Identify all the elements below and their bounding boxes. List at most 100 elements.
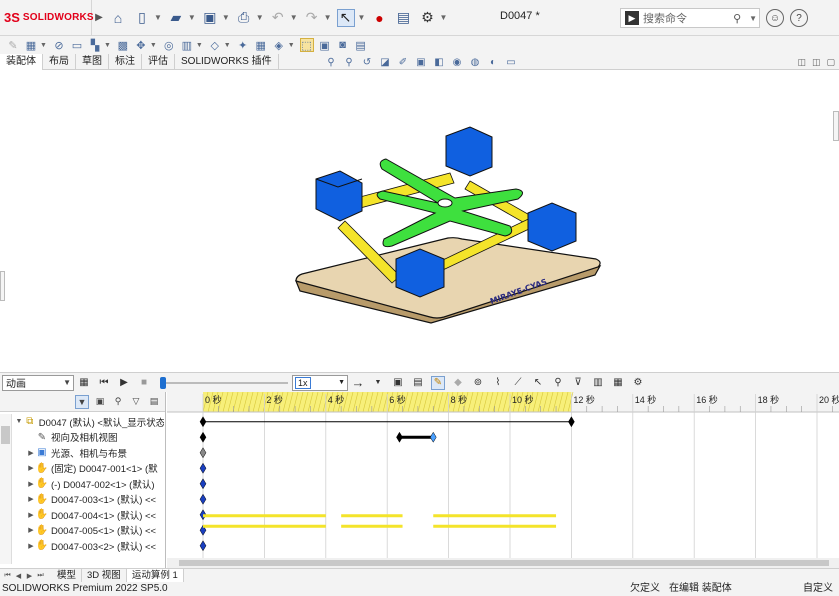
collapse-icon[interactable]: ▼ bbox=[14, 418, 24, 425]
display-style-icon[interactable]: ◧ bbox=[432, 56, 446, 69]
calculate-icon[interactable]: ▦ bbox=[77, 376, 91, 390]
smart-fasteners-icon[interactable]: ▩ bbox=[116, 38, 130, 52]
prev-tab-icon[interactable]: ◀ bbox=[13, 570, 24, 581]
section-view-icon[interactable]: ◪ bbox=[378, 56, 392, 69]
motor-icon[interactable]: ⊚ bbox=[471, 376, 485, 390]
tree-item-part[interactable]: ▶ ✋ (固定) D0047-001<1> (默 bbox=[14, 461, 164, 477]
tree-item-lights[interactable]: ▶ ▣ 光源、相机与布景 bbox=[14, 445, 164, 461]
slider-thumb[interactable] bbox=[160, 376, 166, 389]
motion-timeline[interactable]: 0 秒 2 秒 4 秒 6 秒 8 秒 10 秒 12 秒 14 秒 16 秒 18 秒 20 秒 bbox=[167, 392, 839, 568]
gravity-icon[interactable]: ⊽ bbox=[571, 376, 585, 390]
animation-wizard-icon[interactable]: ▤ bbox=[411, 376, 425, 390]
tab-markup[interactable]: 标注 bbox=[109, 54, 142, 70]
tree-item-part[interactable]: ▶ ✋ D0047-003<2> (默认) << bbox=[14, 538, 164, 554]
motion-study-properties-icon[interactable]: ⚙ bbox=[631, 376, 645, 390]
hide-show-items-icon[interactable]: ◉ bbox=[450, 56, 464, 69]
tab-addins[interactable]: SOLIDWORKS 插件 bbox=[175, 54, 279, 70]
new-document-icon[interactable]: ▯ bbox=[133, 9, 151, 27]
tab-model[interactable]: 模型 bbox=[52, 569, 83, 582]
user-icon[interactable]: ☺ bbox=[766, 9, 784, 27]
save-icon[interactable]: ▣ bbox=[201, 9, 219, 27]
chevron-down-icon[interactable]: ▼ bbox=[196, 42, 203, 49]
instant3d-icon[interactable]: ⬚ bbox=[299, 38, 314, 52]
previous-view-icon[interactable]: ↺ bbox=[360, 56, 374, 69]
maximize-icon[interactable]: ▢ bbox=[826, 57, 835, 68]
view-orientation-icon[interactable]: ▣ bbox=[414, 56, 428, 69]
chevron-down-icon[interactable]: ▼ bbox=[290, 13, 298, 22]
print-icon[interactable]: ⎙ bbox=[235, 9, 253, 27]
save-animation-icon[interactable]: ▣ bbox=[391, 376, 405, 390]
edit-appearance-icon[interactable]: ◍ bbox=[468, 56, 482, 69]
chevron-down-icon[interactable]: ▼ bbox=[358, 13, 366, 22]
last-tab-icon[interactable]: ⏭ bbox=[35, 570, 46, 581]
chevron-down-icon[interactable]: ▼ bbox=[338, 379, 345, 386]
help-icon[interactable]: ? bbox=[790, 9, 808, 27]
command-search-box[interactable]: ▶ 搜索命令 ⚲ ▼ bbox=[620, 8, 760, 28]
add-key-icon[interactable]: ◆ bbox=[451, 376, 465, 390]
linear-pattern-icon[interactable]: ▚ bbox=[88, 38, 102, 52]
autokey-icon[interactable]: ✎ bbox=[431, 375, 445, 390]
next-tab-icon[interactable]: ▶ bbox=[24, 570, 35, 581]
dynamic-annotation-icon[interactable]: ✐ bbox=[396, 56, 410, 69]
bill-of-materials-icon[interactable]: ▦ bbox=[254, 38, 268, 52]
select-cursor-icon[interactable]: ↖ bbox=[336, 8, 355, 27]
filter-selected-icon[interactable]: ▽ bbox=[129, 395, 143, 409]
force-icon[interactable]: ↖ bbox=[531, 376, 545, 390]
scroll-thumb[interactable] bbox=[179, 560, 829, 566]
undo-icon[interactable]: ↶ bbox=[269, 9, 287, 27]
redo-icon[interactable]: ↷ bbox=[303, 9, 321, 27]
apply-scene-icon[interactable]: ◐ bbox=[486, 56, 500, 69]
chevron-down-icon[interactable]: ▼ bbox=[288, 42, 295, 49]
large-assembly-icon[interactable]: ▤ bbox=[354, 38, 368, 52]
spring-icon[interactable]: ⌇ bbox=[491, 376, 505, 390]
zoom-to-fit-icon[interactable]: ⚲ bbox=[324, 56, 338, 69]
reference-geometry-icon[interactable]: ◇ bbox=[208, 38, 222, 52]
assembly-features-icon[interactable]: ▥ bbox=[180, 38, 194, 52]
contact-icon[interactable]: ⚲ bbox=[551, 376, 565, 390]
tree-item-root[interactable]: ▼ ⧉ D0047 (默认) <默认_显示状态 bbox=[14, 414, 164, 430]
results-icon[interactable]: ▦ bbox=[611, 376, 625, 390]
show-hidden-icon[interactable]: ◎ bbox=[162, 38, 176, 52]
restore-icon[interactable]: ◫ bbox=[797, 57, 806, 68]
chevron-down-icon[interactable]: ▼ bbox=[256, 13, 264, 22]
stop-icon[interactable]: ■ bbox=[137, 376, 151, 390]
filter-driving-icon[interactable]: ⚲ bbox=[111, 395, 125, 409]
playback-mode-arrow-icon[interactable]: → bbox=[351, 375, 365, 390]
expand-icon[interactable]: ▶ bbox=[26, 526, 36, 534]
expand-icon[interactable]: ▶ bbox=[26, 495, 36, 503]
expand-icon[interactable]: ▶ bbox=[26, 464, 36, 472]
solidworks-logo[interactable]: 3S SOLIDWORKS bbox=[0, 0, 94, 36]
tab-layout[interactable]: 布局 bbox=[43, 54, 76, 70]
home-icon[interactable]: ⌂ bbox=[109, 9, 127, 27]
chevron-down-icon[interactable]: ▼ bbox=[749, 14, 757, 23]
chevron-down-icon[interactable]: ▼ bbox=[40, 42, 47, 49]
mate-icon[interactable]: ▥ bbox=[591, 376, 605, 390]
filter-icon[interactable]: ▼ bbox=[75, 394, 89, 409]
chevron-down-icon[interactable]: ▼ bbox=[154, 13, 162, 22]
tab-3d-views[interactable]: 3D 视图 bbox=[82, 569, 127, 582]
timeline-canvas[interactable]: 0 秒 2 秒 4 秒 6 秒 8 秒 10 秒 12 秒 14 秒 16 秒 18 秒 20 秒 bbox=[167, 392, 839, 568]
chevron-down-icon[interactable]: ▼ bbox=[371, 376, 385, 390]
tree-item-part[interactable]: ▶ ✋ (-) D0047-002<1> (默认) bbox=[14, 476, 164, 492]
tree-item-part[interactable]: ▶ ✋ D0047-004<1> (默认) << bbox=[14, 507, 164, 523]
play-from-start-icon[interactable]: ⏮ bbox=[97, 376, 111, 390]
expand-icon[interactable]: ▶ bbox=[26, 480, 36, 488]
feature-manager-collapse-handle[interactable] bbox=[0, 271, 5, 301]
playback-slider[interactable] bbox=[160, 376, 288, 390]
expand-icon[interactable]: ▶ bbox=[26, 511, 36, 519]
tree-item-view-camera[interactable]: ✎ 视向及相机视图 bbox=[14, 430, 164, 446]
first-tab-icon[interactable]: ⏮ bbox=[2, 570, 13, 581]
filter-results-icon[interactable]: ▤ bbox=[147, 395, 161, 409]
expand-icon[interactable]: ▶ bbox=[26, 449, 36, 457]
open-folder-icon[interactable]: ▰ bbox=[167, 9, 185, 27]
rebuild-traffic-light-icon[interactable]: ● bbox=[370, 9, 388, 27]
expand-icon[interactable]: ▶ bbox=[26, 542, 36, 550]
take-snapshot-icon[interactable]: ◙ bbox=[336, 38, 350, 52]
zoom-to-area-icon[interactable]: ⚲ bbox=[342, 56, 356, 69]
graphics-area[interactable]: MIRAYE-CYAS bbox=[0, 71, 839, 371]
scroll-thumb[interactable] bbox=[1, 426, 10, 444]
chevron-down-icon[interactable]: ▼ bbox=[188, 13, 196, 22]
chevron-down-icon[interactable]: ▼ bbox=[63, 378, 73, 387]
tree-item-part[interactable]: ▶ ✋ D0047-005<1> (默认) << bbox=[14, 523, 164, 539]
search-input[interactable]: 搜索命令 bbox=[643, 10, 733, 26]
